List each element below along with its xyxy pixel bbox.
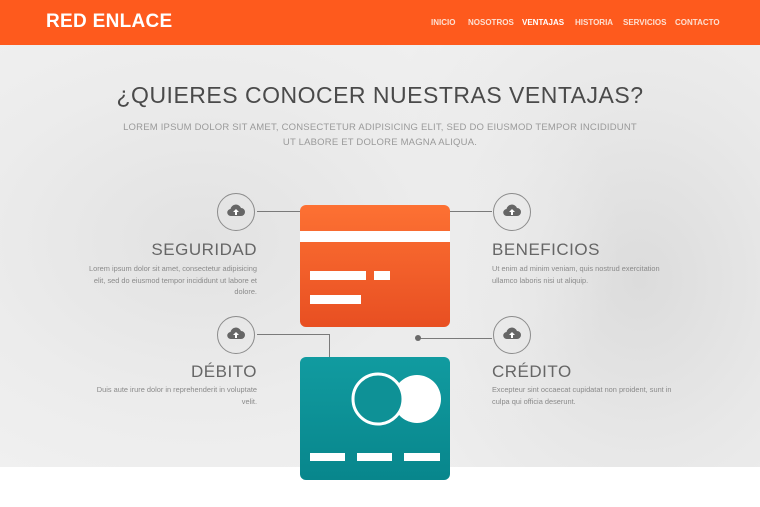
nav-contacto[interactable]: CONTACTO [675, 18, 720, 27]
card-name-bar [310, 295, 361, 304]
section-title: ¿QUIERES CONOCER NUESTRAS VENTAJAS? [116, 82, 644, 108]
feature-text-credito: Excepteur sint occaecat cupidatat non pr… [492, 385, 672, 406]
card-digits-3 [404, 453, 440, 461]
card-number-bar [310, 271, 366, 280]
nav-historia[interactable]: HISTORIA [575, 18, 613, 27]
cloud-upload-icon [493, 316, 531, 354]
feature-text-beneficios: Ut enim ad minim veniam, quis nostrud ex… [492, 264, 660, 285]
feature-title-seguridad: SEGURIDAD [151, 240, 257, 259]
card-stripe [300, 231, 450, 242]
connector-dot-credito [415, 335, 421, 341]
card-digits-2 [357, 453, 392, 461]
connector-credito-h [420, 338, 492, 339]
feature-title-credito: CRÉDITO [492, 362, 572, 381]
feature-title-debito: DÉBITO [191, 362, 257, 381]
cloud-upload-icon [217, 193, 255, 231]
feature-text-seguridad: Lorem ipsum dolor sit amet, consectetur … [88, 264, 257, 296]
navbar: RED ENLACE INICIO NOSOTROS VENTAJAS HIST… [0, 0, 760, 45]
credit-card-teal [300, 357, 450, 480]
feature-title-beneficios: BENEFICIOS [492, 240, 600, 259]
cloud-upload-icon [217, 316, 255, 354]
section-subtitle: LOREM IPSUM DOLOR SIT AMET, CONSECTETUR … [123, 122, 637, 148]
nav-servicios[interactable]: SERVICIOS [623, 18, 666, 27]
connector-debito-h [257, 334, 329, 335]
credit-card-orange [300, 205, 450, 327]
card-digits-1 [310, 453, 345, 461]
nav-inicio[interactable]: INICIO [431, 18, 455, 27]
card-expiry-bar [374, 271, 390, 280]
nav-ventajas[interactable]: VENTAJAS [522, 18, 564, 27]
nav-nosotros[interactable]: NOSOTROS [468, 18, 514, 27]
card-chip-circles [351, 372, 441, 426]
brand-logo[interactable]: RED ENLACE [46, 11, 173, 33]
cloud-upload-icon [493, 193, 531, 231]
feature-text-debito: Duis aute irure dolor in reprehenderit i… [96, 385, 257, 406]
